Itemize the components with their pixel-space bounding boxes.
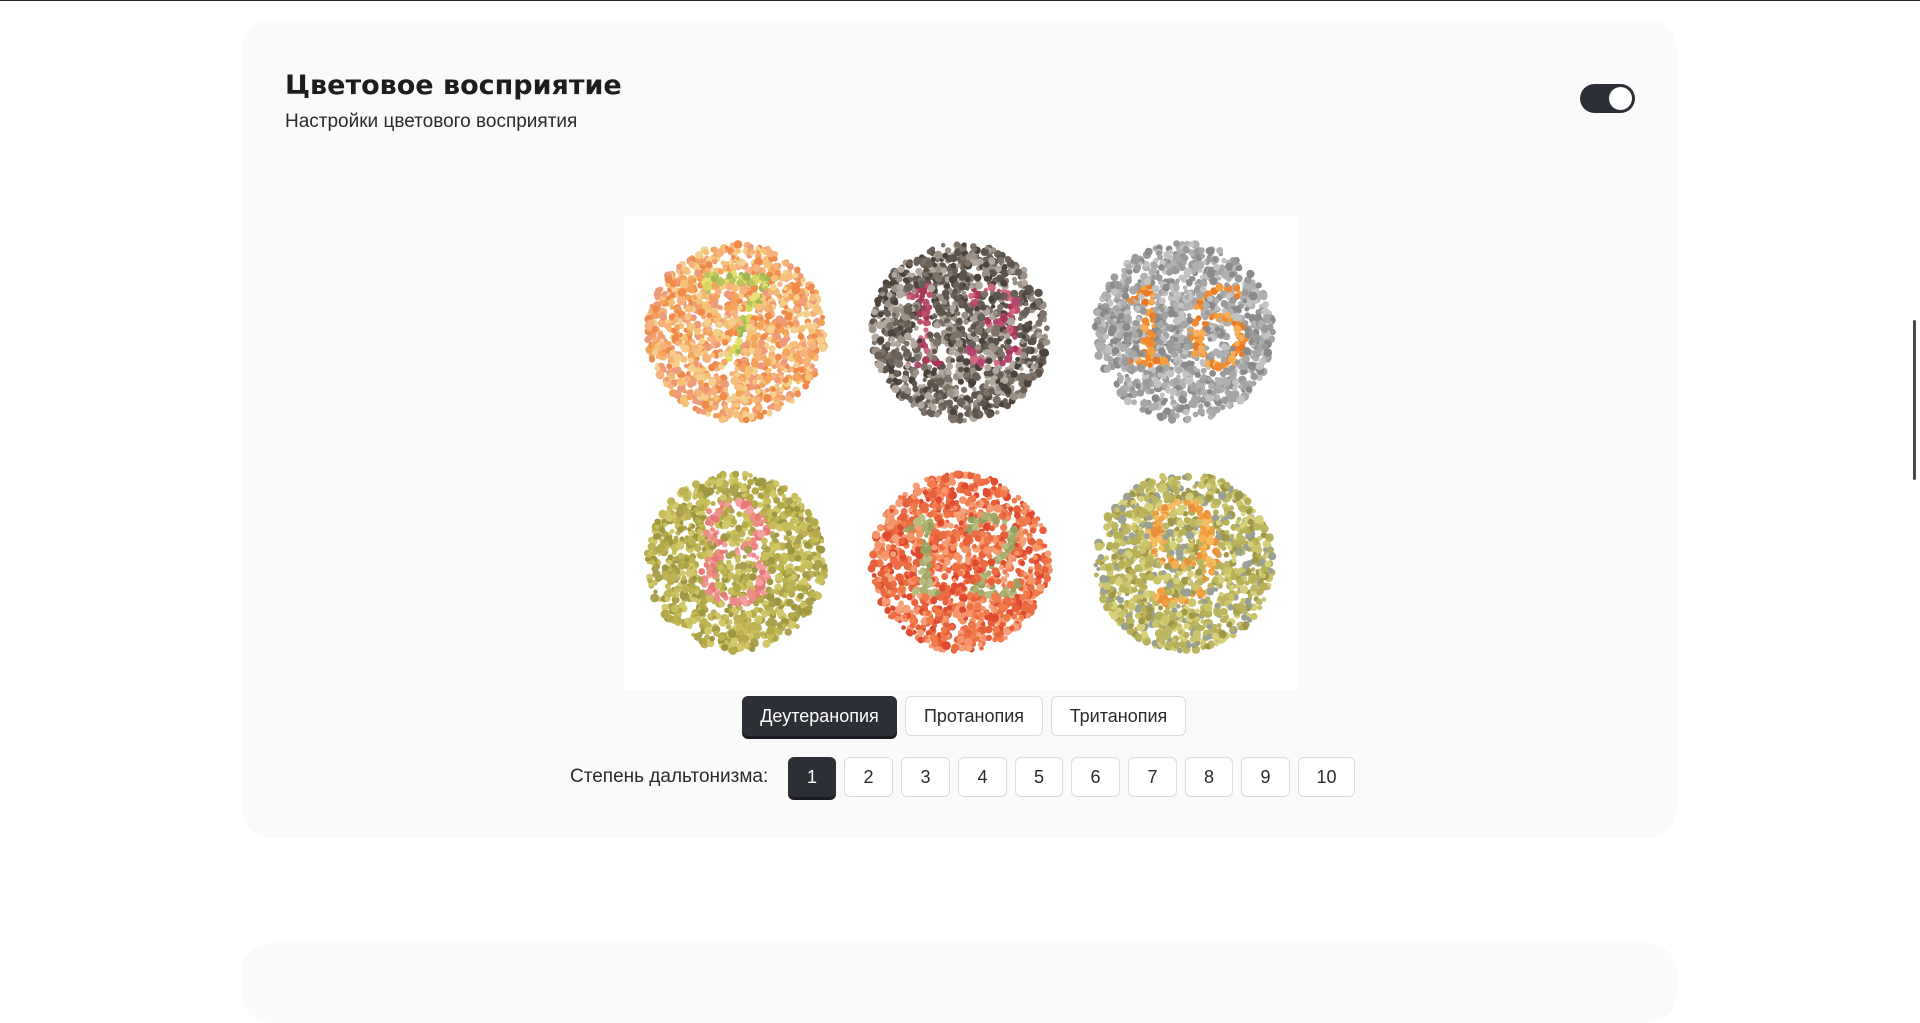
ishihara-plate xyxy=(867,470,1053,654)
ishihara-plate xyxy=(1093,472,1277,654)
degree-button-4[interactable]: 4 xyxy=(958,757,1007,797)
degree-button-6[interactable]: 6 xyxy=(1071,757,1120,797)
degree-button-10[interactable]: 10 xyxy=(1298,757,1355,797)
color-perception-toggle[interactable] xyxy=(1580,84,1635,113)
top-border-line xyxy=(0,0,1920,1)
degree-button-3[interactable]: 3 xyxy=(901,757,950,797)
ishihara-plate xyxy=(868,241,1051,424)
degree-button-7[interactable]: 7 xyxy=(1128,757,1177,797)
page-scrollbar-thumb[interactable] xyxy=(1913,320,1916,480)
ishihara-plate xyxy=(1091,240,1276,424)
section-subtitle: Настройки цветового восприятия xyxy=(285,111,578,132)
next-settings-card xyxy=(241,943,1677,1023)
degree-label: Степень дальтонизма: xyxy=(570,766,769,787)
degree-button-2[interactable]: 2 xyxy=(844,757,893,797)
ishihara-plate xyxy=(644,470,828,655)
ishihara-plates-svg xyxy=(644,240,1277,655)
degree-button-8[interactable]: 8 xyxy=(1185,757,1233,797)
mode-protanopia-button[interactable]: Протанопия xyxy=(905,696,1043,736)
toggle-knob xyxy=(1609,87,1632,110)
degree-button-1[interactable]: 1 xyxy=(788,757,836,797)
mode-deuteranopia-button[interactable]: Деутеранопия xyxy=(742,696,897,736)
section-title: Цветовое восприятие xyxy=(285,70,622,101)
degree-button-9[interactable]: 9 xyxy=(1241,757,1290,797)
degree-button-5[interactable]: 5 xyxy=(1015,757,1063,797)
mode-tritanopia-button[interactable]: Тританопия xyxy=(1051,696,1186,736)
ishihara-plate xyxy=(644,240,828,424)
ishihara-plates-image xyxy=(624,216,1297,690)
